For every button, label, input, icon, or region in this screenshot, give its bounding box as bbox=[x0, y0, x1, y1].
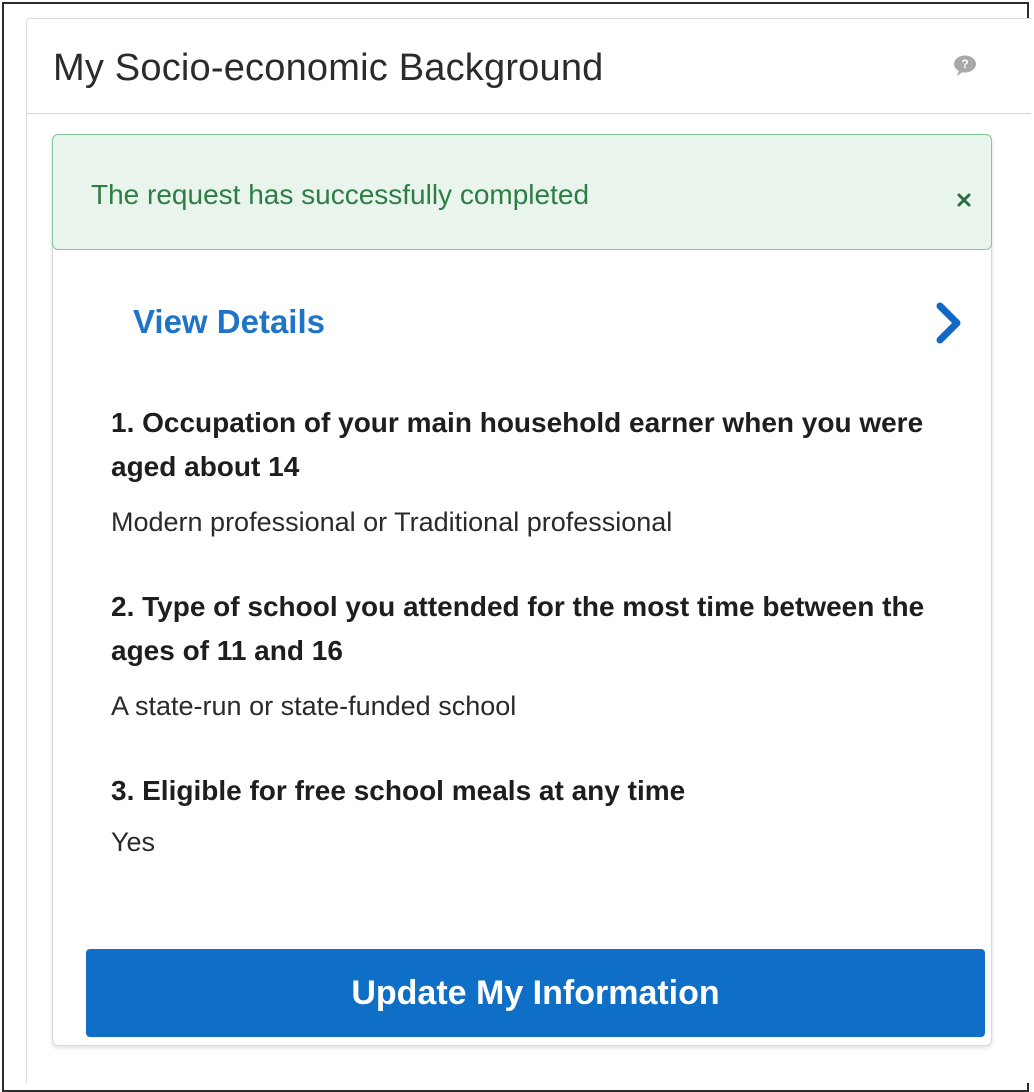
update-information-button[interactable]: Update My Information bbox=[86, 949, 985, 1037]
question-2: 2. Type of school you attended for the m… bbox=[111, 591, 925, 666]
chevron-right-icon[interactable] bbox=[935, 301, 963, 345]
view-details-link[interactable]: View Details bbox=[133, 303, 325, 341]
answer-1: Modern professional or Traditional profe… bbox=[111, 507, 673, 537]
answer-3: Yes bbox=[111, 827, 156, 857]
close-icon[interactable] bbox=[951, 187, 977, 213]
alert-message: The request has successfully completed bbox=[91, 179, 590, 210]
panel-header: My Socio-economic Background ? bbox=[27, 19, 1031, 114]
details-card: The request has successfully completed V… bbox=[52, 134, 992, 1046]
speech-bubble-icon[interactable]: ? bbox=[953, 54, 977, 78]
answer-2: A state-run or state-funded school bbox=[111, 691, 517, 721]
question-3: 3. Eligible for free school meals at any… bbox=[111, 775, 686, 806]
success-alert: The request has successfully completed bbox=[52, 134, 992, 250]
question-1: 1. Occupation of your main household ear… bbox=[111, 407, 924, 482]
svg-text:?: ? bbox=[961, 57, 968, 71]
panel-title: My Socio-economic Background bbox=[53, 47, 604, 89]
